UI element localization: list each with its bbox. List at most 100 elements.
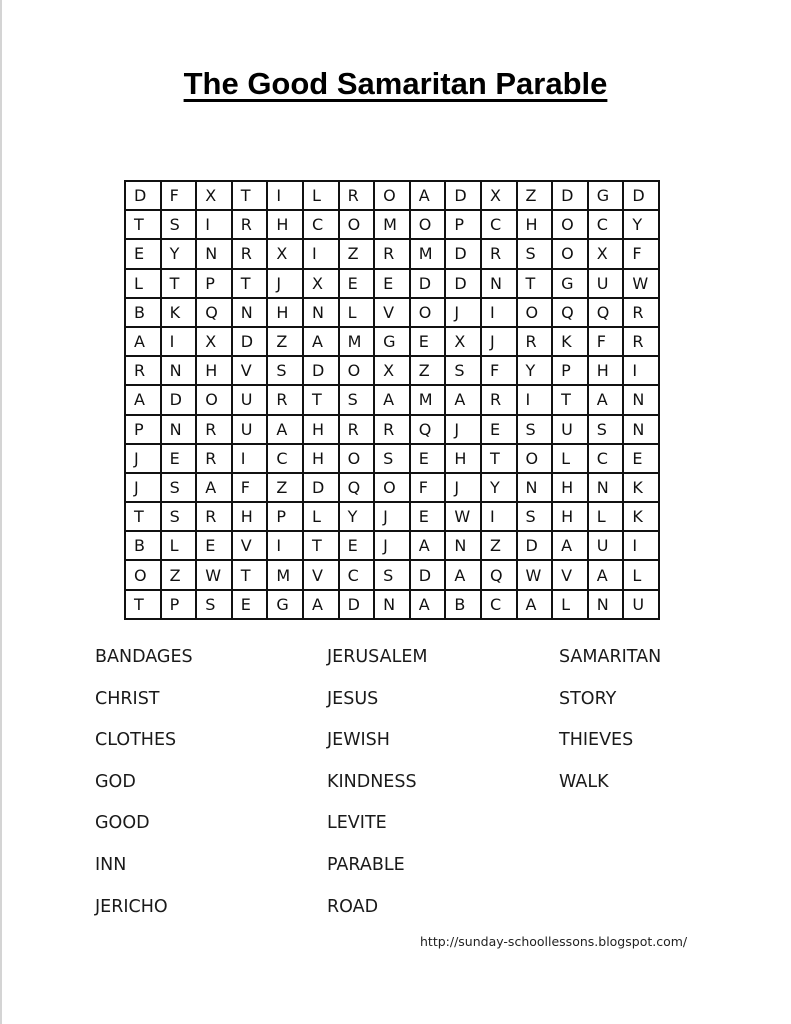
grid-cell[interactable]: T <box>515 267 554 299</box>
grid-cell[interactable]: L <box>337 296 376 328</box>
grid-cell[interactable]: S <box>373 559 411 591</box>
grid-cell[interactable]: O <box>195 384 233 416</box>
grid-cell[interactable]: S <box>515 501 554 533</box>
grid-cell[interactable]: F <box>479 355 518 387</box>
grid-cell[interactable]: E <box>408 501 447 533</box>
grid-cell[interactable]: A <box>586 384 625 416</box>
grid-cell[interactable]: O <box>551 238 589 270</box>
grid-cell[interactable]: R <box>195 413 233 445</box>
grid-cell[interactable]: I <box>622 530 660 562</box>
grid-cell[interactable]: L <box>159 530 198 562</box>
grid-cell[interactable]: C <box>586 209 625 241</box>
grid-cell[interactable]: D <box>337 588 376 620</box>
grid-cell[interactable]: U <box>586 267 625 299</box>
grid-cell[interactable]: C <box>337 559 376 591</box>
grid-cell[interactable]: O <box>337 442 376 474</box>
grid-cell[interactable]: J <box>124 471 162 504</box>
grid-cell[interactable]: S <box>159 501 198 533</box>
grid-cell[interactable]: N <box>230 296 269 328</box>
grid-cell[interactable]: E <box>408 442 447 474</box>
grid-cell[interactable]: A <box>301 325 340 358</box>
grid-cell[interactable]: N <box>444 530 482 562</box>
grid-cell[interactable]: L <box>301 179 340 212</box>
grid-cell[interactable]: J <box>373 530 411 562</box>
grid-cell[interactable]: A <box>195 471 233 504</box>
grid-cell[interactable]: T <box>301 530 340 562</box>
grid-cell[interactable]: D <box>551 179 589 212</box>
grid-cell[interactable]: C <box>266 442 304 474</box>
grid-cell[interactable]: S <box>515 413 554 445</box>
grid-cell[interactable]: Y <box>622 209 660 241</box>
grid-cell[interactable]: M <box>373 209 411 241</box>
grid-cell[interactable]: I <box>479 296 518 328</box>
grid-cell[interactable]: F <box>586 325 625 358</box>
grid-cell[interactable]: D <box>301 355 340 387</box>
grid-cell[interactable]: F <box>622 238 660 270</box>
grid-cell[interactable]: O <box>373 471 411 504</box>
grid-cell[interactable]: N <box>622 384 660 416</box>
grid-cell[interactable]: Z <box>266 471 304 504</box>
grid-cell[interactable]: N <box>159 355 198 387</box>
grid-cell[interactable]: J <box>266 267 304 299</box>
grid-cell[interactable]: Q <box>551 296 589 328</box>
grid-cell[interactable]: D <box>444 238 482 270</box>
grid-cell[interactable]: A <box>266 413 304 445</box>
grid-cell[interactable]: A <box>408 179 447 212</box>
grid-cell[interactable]: H <box>266 209 304 241</box>
grid-cell[interactable]: V <box>551 559 589 591</box>
grid-cell[interactable]: O <box>337 209 376 241</box>
grid-cell[interactable]: Q <box>195 296 233 328</box>
grid-cell[interactable]: R <box>373 413 411 445</box>
grid-cell[interactable]: D <box>230 325 269 358</box>
grid-cell[interactable]: Z <box>337 238 376 270</box>
grid-cell[interactable]: R <box>515 325 554 358</box>
grid-cell[interactable]: H <box>586 355 625 387</box>
grid-cell[interactable]: L <box>124 267 162 299</box>
grid-cell[interactable]: S <box>337 384 376 416</box>
grid-cell[interactable]: X <box>479 179 518 212</box>
grid-cell[interactable]: C <box>301 209 340 241</box>
grid-cell[interactable]: Z <box>479 530 518 562</box>
grid-cell[interactable]: R <box>479 384 518 416</box>
grid-cell[interactable]: O <box>551 209 589 241</box>
grid-cell[interactable]: N <box>622 413 660 445</box>
grid-cell[interactable]: X <box>444 325 482 358</box>
grid-cell[interactable]: O <box>515 296 554 328</box>
grid-cell[interactable]: R <box>622 296 660 328</box>
grid-cell[interactable]: Q <box>586 296 625 328</box>
grid-cell[interactable]: J <box>124 442 162 474</box>
grid-cell[interactable]: R <box>479 238 518 270</box>
grid-cell[interactable]: V <box>230 530 269 562</box>
grid-cell[interactable]: D <box>159 384 198 416</box>
grid-cell[interactable]: X <box>195 179 233 212</box>
grid-cell[interactable]: D <box>408 559 447 591</box>
grid-cell[interactable]: Z <box>515 179 554 212</box>
grid-cell[interactable]: D <box>444 179 482 212</box>
grid-cell[interactable]: H <box>551 471 589 504</box>
grid-cell[interactable]: Y <box>515 355 554 387</box>
grid-cell[interactable]: B <box>444 588 482 620</box>
grid-cell[interactable]: F <box>408 471 447 504</box>
grid-cell[interactable]: E <box>230 588 269 620</box>
grid-cell[interactable]: A <box>444 384 482 416</box>
grid-cell[interactable]: B <box>124 296 162 328</box>
grid-cell[interactable]: S <box>159 471 198 504</box>
grid-cell[interactable]: A <box>124 384 162 416</box>
grid-cell[interactable]: G <box>266 588 304 620</box>
grid-cell[interactable]: L <box>622 559 660 591</box>
grid-cell[interactable]: D <box>444 267 482 299</box>
grid-cell[interactable]: O <box>124 559 162 591</box>
grid-cell[interactable]: F <box>159 179 198 212</box>
grid-cell[interactable]: I <box>230 442 269 474</box>
grid-cell[interactable]: J <box>444 471 482 504</box>
grid-cell[interactable]: W <box>444 501 482 533</box>
grid-cell[interactable]: A <box>408 588 447 620</box>
grid-cell[interactable]: I <box>266 530 304 562</box>
grid-cell[interactable]: T <box>124 588 162 620</box>
grid-cell[interactable]: E <box>159 442 198 474</box>
grid-cell[interactable]: J <box>444 413 482 445</box>
grid-cell[interactable]: G <box>373 325 411 358</box>
grid-cell[interactable]: R <box>230 238 269 270</box>
grid-cell[interactable]: P <box>551 355 589 387</box>
grid-cell[interactable]: C <box>479 209 518 241</box>
